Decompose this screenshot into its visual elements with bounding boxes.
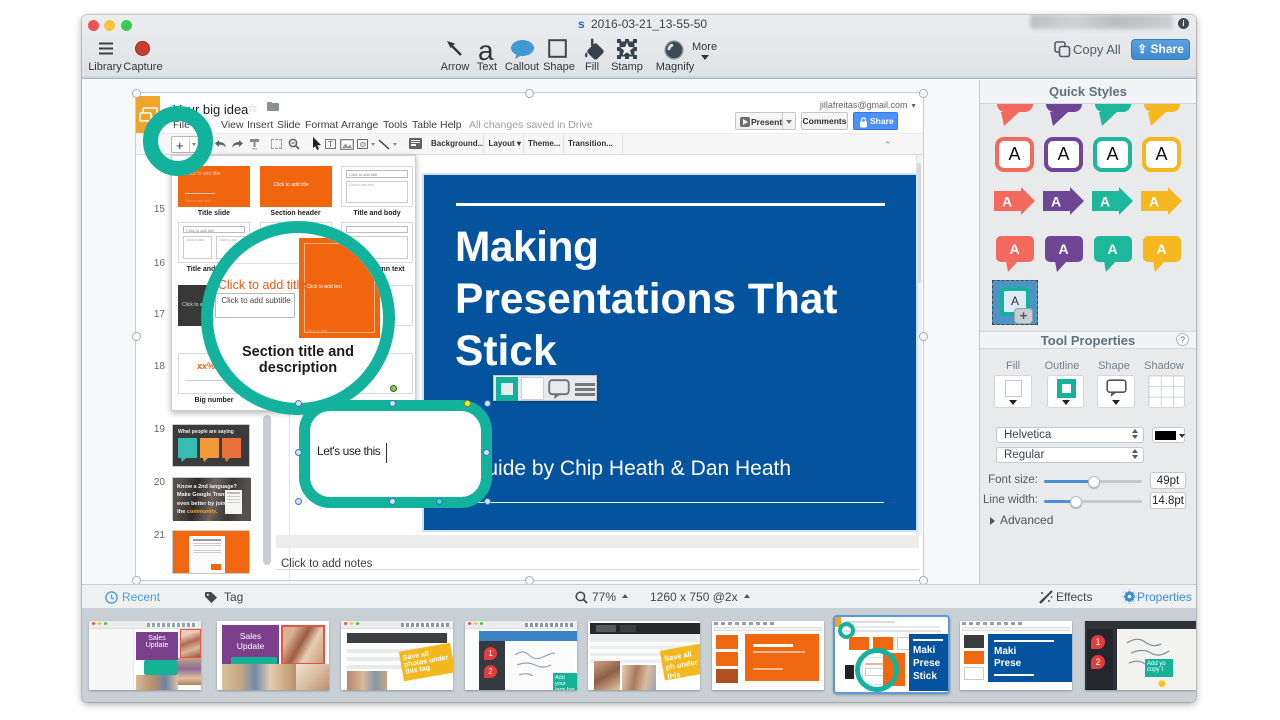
svg-text:A: A — [1149, 194, 1159, 210]
svg-text:A: A — [1100, 194, 1110, 210]
svg-text:A: A — [1002, 194, 1012, 210]
svg-text:A: A — [1051, 194, 1061, 210]
